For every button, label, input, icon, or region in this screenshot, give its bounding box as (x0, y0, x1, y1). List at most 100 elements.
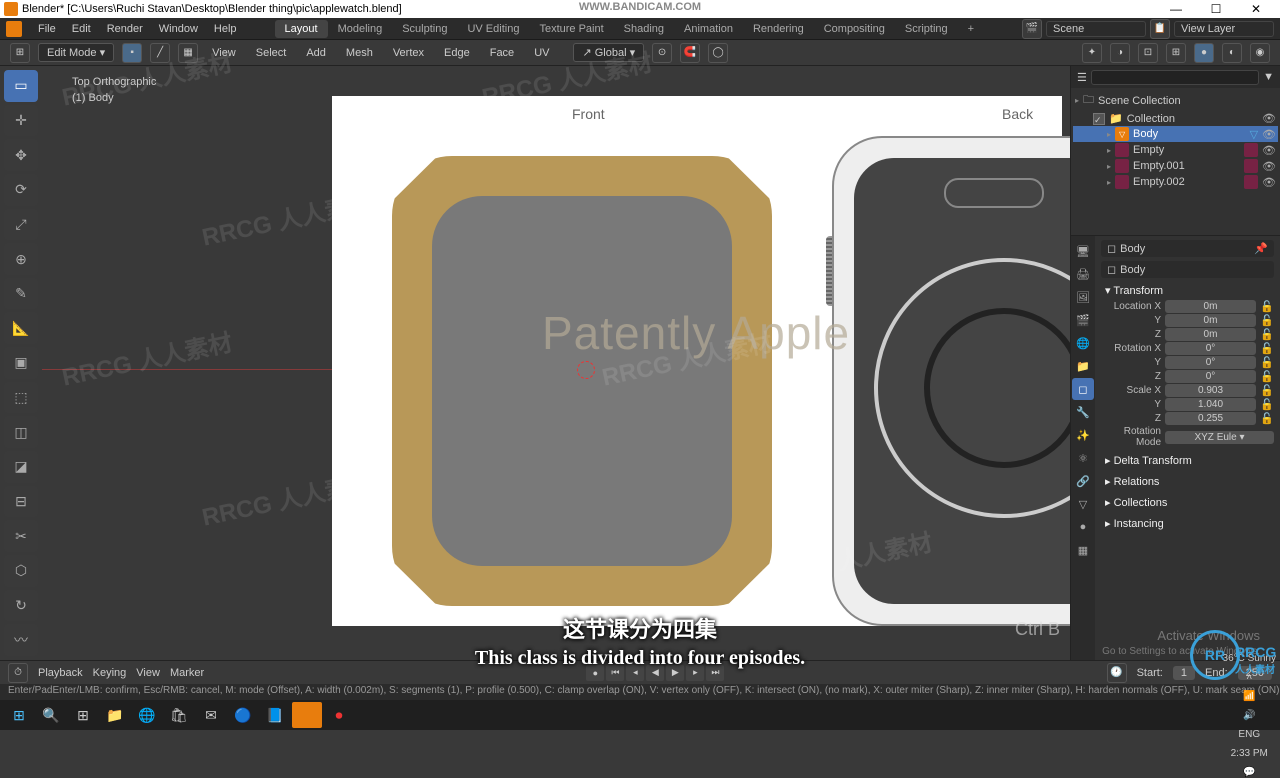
eye-icon[interactable]: 👁 (1262, 128, 1276, 141)
tree-item-empty[interactable]: ▸Empty👁 (1073, 142, 1278, 158)
lang-indicator[interactable]: ENG (1238, 729, 1260, 740)
overlay-icon[interactable]: ◑ (1110, 43, 1130, 63)
tree-item-empty001[interactable]: ▸Empty.001👁 (1073, 158, 1278, 174)
add-menu[interactable]: Add (300, 47, 332, 59)
snap-icon[interactable]: 🧲 (680, 43, 700, 63)
tab-animation[interactable]: Animation (674, 20, 743, 38)
shading-matprev-icon[interactable]: ◐ (1222, 43, 1242, 63)
proptab-output[interactable]: 🖨 (1072, 263, 1094, 285)
filter-icon[interactable]: ▼ (1263, 71, 1274, 83)
panel-collections[interactable]: ▸ Collections (1101, 494, 1274, 511)
edge-select-icon[interactable]: ╱ (150, 43, 170, 63)
menu-help[interactable]: Help (206, 23, 245, 35)
playback-menu[interactable]: Playback (38, 667, 83, 679)
eye-icon[interactable]: 👁 (1262, 112, 1276, 125)
panel-instancing[interactable]: ▸ Instancing (1101, 515, 1274, 532)
tool-inset[interactable]: ◫ (4, 416, 38, 448)
proptab-data[interactable]: ▽ (1072, 493, 1094, 515)
tool-transform[interactable]: ⊕ (4, 243, 38, 275)
timeline-type-icon[interactable]: ⏱ (8, 663, 28, 683)
chrome-icon[interactable]: 🔵 (228, 702, 258, 728)
tool-spin[interactable]: ↻ (4, 590, 38, 622)
marker-menu[interactable]: Marker (170, 667, 204, 679)
tab-add[interactable]: + (958, 20, 984, 38)
proptab-constraints[interactable]: 🔗 (1072, 470, 1094, 492)
proptab-world[interactable]: 🌐 (1072, 332, 1094, 354)
tool-loopcut[interactable]: ⊟ (4, 486, 38, 518)
lock-icon[interactable]: 🔓 (1260, 300, 1274, 313)
blender-task-icon[interactable] (292, 702, 322, 728)
uv-menu[interactable]: UV (528, 47, 555, 59)
scale-y[interactable]: 1.040 (1165, 398, 1256, 411)
scene-icon[interactable]: 🎬 (1022, 19, 1042, 39)
view-menu[interactable]: View (206, 47, 242, 59)
loc-z[interactable]: 0m (1165, 328, 1256, 341)
tree-item-empty002[interactable]: ▸Empty.002👁 (1073, 174, 1278, 190)
viewlayer-icon[interactable]: 📋 (1150, 19, 1170, 39)
tool-bevel[interactable]: ◪ (4, 451, 38, 483)
start-button[interactable]: ⊞ (4, 702, 34, 728)
tool-knife[interactable]: ✂ (4, 520, 38, 552)
keying-menu[interactable]: Keying (93, 667, 127, 679)
volume-icon[interactable]: 🔊 (1243, 710, 1255, 721)
scene-name-input[interactable]: Scene (1046, 21, 1146, 37)
proptab-render[interactable]: 🖥 (1072, 240, 1094, 262)
tab-modeling[interactable]: Modeling (328, 20, 393, 38)
search-icon[interactable]: 🔍 (36, 702, 66, 728)
proptab-collection[interactable]: 📁 (1072, 355, 1094, 377)
tool-cursor[interactable]: ✛ (4, 105, 38, 137)
face-menu[interactable]: Face (484, 47, 520, 59)
vertex-select-icon[interactable]: ▪ (122, 43, 142, 63)
vertex-menu[interactable]: Vertex (387, 47, 430, 59)
tool-select[interactable]: ▭ (4, 70, 38, 102)
tool-measure[interactable]: 📐 (4, 312, 38, 344)
select-menu[interactable]: Select (250, 47, 293, 59)
panel-relations[interactable]: ▸ Relations (1101, 473, 1274, 490)
minimize-button[interactable]: — (1156, 2, 1196, 16)
loc-y[interactable]: 0m (1165, 314, 1256, 327)
mesh-menu[interactable]: Mesh (340, 47, 379, 59)
rot-z[interactable]: 0° (1165, 370, 1256, 383)
eye-icon[interactable]: 👁 (1262, 176, 1276, 189)
viewlayer-name-input[interactable]: View Layer (1174, 21, 1274, 37)
clock[interactable]: 2:33 PM (1231, 748, 1268, 759)
bandicam-task-icon[interactable]: ⏺ (324, 702, 354, 728)
prop-breadcrumb1[interactable]: ◻Body📌 (1101, 240, 1274, 257)
maximize-button[interactable]: ☐ (1196, 2, 1236, 16)
shading-wire-icon[interactable]: ⊞ (1166, 43, 1186, 63)
tree-item-body[interactable]: ▸▽Body▽👁 (1073, 126, 1278, 142)
menu-window[interactable]: Window (151, 23, 206, 35)
lock-icon[interactable]: 🔓 (1260, 314, 1274, 327)
tool-polybuild[interactable]: ⬡ (4, 555, 38, 587)
tab-compositing[interactable]: Compositing (814, 20, 895, 38)
panel-delta[interactable]: ▸ Delta Transform (1101, 452, 1274, 469)
store-icon[interactable]: 🛍 (164, 702, 194, 728)
tool-scale[interactable]: ⤢ (4, 209, 38, 241)
viewport[interactable]: Top Orthographic (1) Body Front Back Pat… (42, 66, 1070, 660)
tab-texturepaint[interactable]: Texture Paint (529, 20, 613, 38)
proptab-material[interactable]: ● (1072, 516, 1094, 538)
editor-type-icon[interactable]: ⊞ (10, 43, 30, 63)
proptab-modifiers[interactable]: 🔧 (1072, 401, 1094, 423)
tab-layout[interactable]: Layout (275, 20, 328, 38)
proptab-particles[interactable]: ✨ (1072, 424, 1094, 446)
scale-z[interactable]: 0.255 (1165, 412, 1256, 425)
tool-rotate[interactable]: ⟳ (4, 174, 38, 206)
mail-icon[interactable]: ✉ (196, 702, 226, 728)
lock-icon[interactable]: 🔓 (1260, 342, 1274, 355)
tool-addcube[interactable]: ▣ (4, 347, 38, 379)
taskview-icon[interactable]: ⊞ (68, 702, 98, 728)
wifi-icon[interactable]: 📶 (1243, 691, 1255, 702)
shading-solid-icon[interactable]: ● (1194, 43, 1214, 63)
clock-icon[interactable]: 🕐 (1107, 663, 1127, 683)
orientation-dropdown[interactable]: ↗ Global ▾ (573, 43, 644, 62)
lock-icon[interactable]: 🔓 (1260, 398, 1274, 411)
scale-x[interactable]: 0.903 (1165, 384, 1256, 397)
face-select-icon[interactable]: ▦ (178, 43, 198, 63)
proptab-texture[interactable]: ▦ (1072, 539, 1094, 561)
collection-checkbox[interactable] (1093, 113, 1105, 125)
shading-render-icon[interactable]: ◉ (1250, 43, 1270, 63)
word-icon[interactable]: 📘 (260, 702, 290, 728)
tree-collection[interactable]: 📁Collection👁 (1073, 111, 1278, 126)
edge-icon[interactable]: 🌐 (132, 702, 162, 728)
